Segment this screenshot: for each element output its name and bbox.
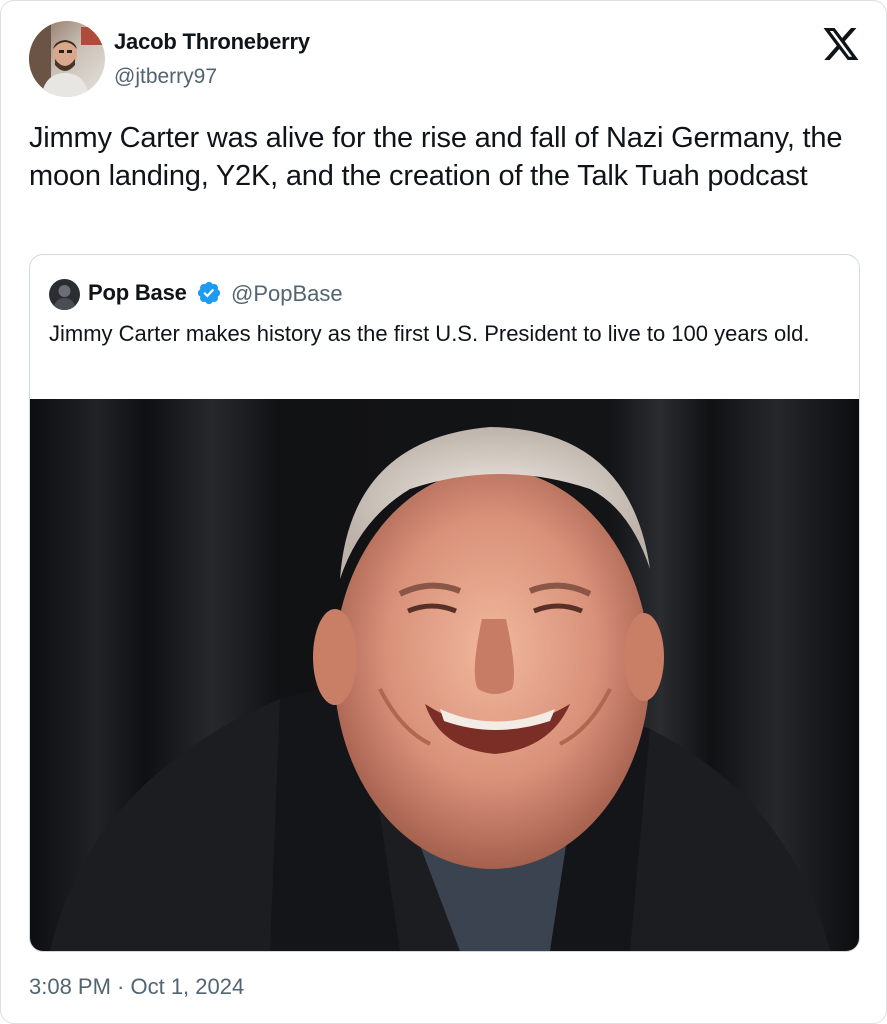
quoted-tweet-text: Jimmy Carter makes history as the first … (49, 321, 810, 346)
verified-badge-icon (197, 281, 221, 305)
tweet-text: Jimmy Carter was alive for the rise and … (29, 122, 843, 192)
author-display-name[interactable]: Jacob Throneberry (114, 29, 310, 55)
author-handle[interactable]: @jtberry97 (114, 65, 217, 89)
quoted-tweet[interactable]: Pop Base @PopBase Jimmy Carter makes his… (29, 254, 860, 952)
tweet-card[interactable]: Jacob Throneberry @jtberry97 Jimmy Carte… (0, 0, 887, 1024)
tweet-timestamp[interactable]: 3:08 PM · Oct 1, 2024 (29, 974, 244, 1000)
quoted-author-display-name[interactable]: Pop Base (88, 280, 187, 306)
author-avatar[interactable] (29, 21, 105, 97)
quoted-tweet-photo[interactable] (30, 399, 859, 951)
x-logo-icon[interactable] (823, 28, 859, 60)
quoted-author-avatar[interactable] (49, 279, 80, 310)
quoted-author-handle[interactable]: @PopBase (231, 281, 343, 307)
